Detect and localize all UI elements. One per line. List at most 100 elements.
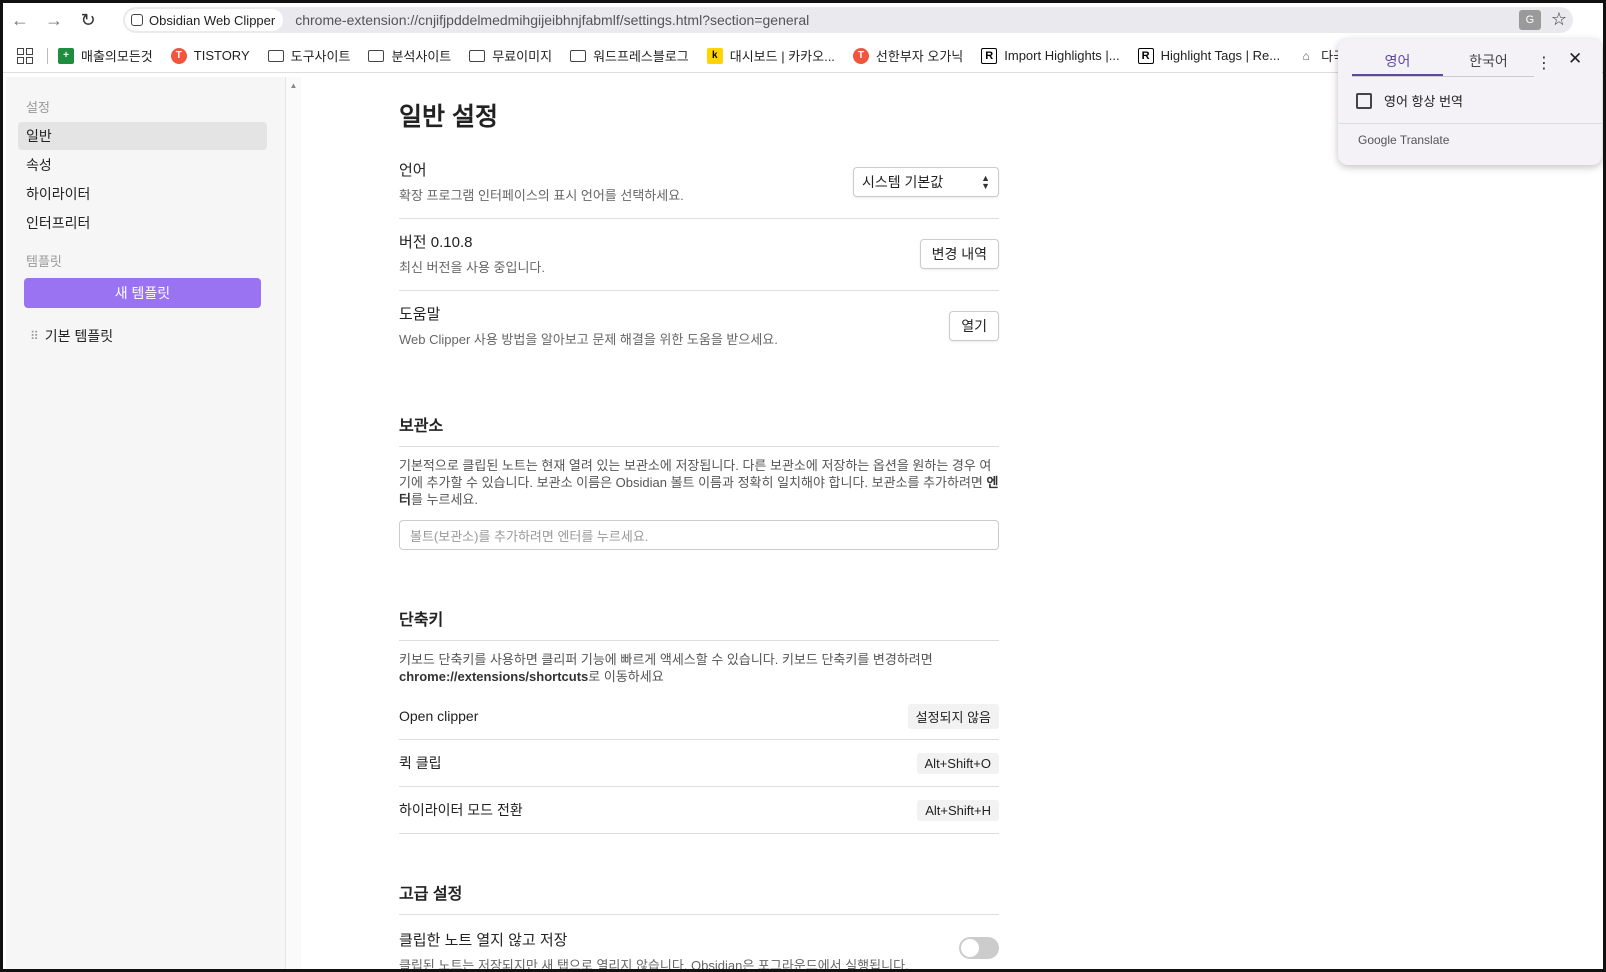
- tistory-icon: T: [170, 47, 187, 64]
- tab-target-language[interactable]: 한국어: [1443, 51, 1534, 76]
- sheet-icon: +: [58, 47, 74, 64]
- tistory-icon: T: [852, 47, 869, 64]
- r-icon: R: [1137, 47, 1154, 64]
- shortcuts-section-title: 단축키: [399, 606, 999, 641]
- folder-icon: [570, 49, 587, 62]
- bookmark-item[interactable]: 무료이미지: [469, 46, 552, 65]
- popup-divider: [1338, 123, 1602, 124]
- hotkey-row-highlighter-mode: 하이라이터 모드 전환 Alt+Shift+H: [399, 787, 999, 834]
- hotkey-key: Alt+Shift+O: [916, 752, 999, 774]
- vault-input[interactable]: 볼트(보관소)를 추가하려면 엔터를 누르세요.: [399, 520, 999, 550]
- checkbox-box[interactable]: [1356, 92, 1372, 109]
- r-icon: R: [981, 47, 998, 64]
- bookmark-label: Import Highlights |...: [1004, 48, 1120, 63]
- always-translate-label: 영어 항상 번역: [1384, 94, 1463, 109]
- tab-title: Obsidian Web Clipper: [149, 12, 276, 28]
- forward-icon[interactable]: →: [37, 3, 71, 37]
- reload-icon[interactable]: ↻: [71, 3, 105, 37]
- bookmark-label: Highlight Tags | Re...: [1160, 48, 1281, 63]
- translate-popup: 영어 한국어 ⋮ ✕ 영어 항상 번역 Google Translate: [1338, 39, 1602, 165]
- back-icon[interactable]: ←: [3, 3, 37, 37]
- hotkey-label: 퀵 클립: [399, 755, 442, 771]
- close-icon[interactable]: ✕: [1568, 49, 1582, 69]
- sidebar-item-interpreter[interactable]: 인터프리터: [18, 209, 267, 237]
- always-translate-checkbox[interactable]: 영어 항상 번역: [1356, 91, 1463, 110]
- hotkey-key: 설정되지 않음: [907, 703, 999, 729]
- page-title: 일반 설정: [399, 103, 498, 131]
- sidebar-scrollbar[interactable]: ▲: [285, 77, 301, 969]
- address-bar[interactable]: Obsidian Web Clipper chrome-extension://…: [123, 7, 1573, 33]
- hotkey-label: Open clipper: [399, 708, 479, 724]
- bookmark-item[interactable]: k 대시보드 | 카카오...: [706, 46, 835, 65]
- bookmark-star-icon[interactable]: ☆: [1551, 9, 1567, 30]
- browser-window: ← → ↻ Obsidian Web Clipper chrome-extens…: [0, 0, 1606, 972]
- template-item-label: 기본 템플릿: [44, 328, 114, 344]
- main-content: 일반 설정 언어 확장 프로그램 인터페이스의 표시 언어를 선택하세요. 시스…: [399, 77, 999, 972]
- help-title: 도움말: [399, 306, 441, 323]
- shortcuts-desc: 키보드 단축키를 사용하면 클리퍼 기능에 빠르게 액세스할 수 있습니다. 키…: [399, 652, 933, 684]
- bookmarks-separator: [47, 47, 48, 64]
- translate-icon[interactable]: G: [1518, 9, 1541, 30]
- bookmark-label: 무료이미지: [492, 49, 553, 64]
- language-setting: 언어 확장 프로그램 인터페이스의 표시 언어를 선택하세요. 시스템 기본값 …: [399, 147, 999, 219]
- google-translate-brand: Google Translate: [1358, 133, 1450, 147]
- sidebar: ▲ 설정 일반 속성 하이라이터 인터프리터 템플릿 새 템플릿 ⠿ 기본 템플…: [6, 77, 301, 969]
- new-template-button[interactable]: 새 템플릿: [24, 278, 261, 308]
- template-item[interactable]: ⠿ 기본 템플릿: [30, 326, 285, 346]
- language-select-value: 시스템 기본값: [862, 173, 944, 190]
- bookmark-item[interactable]: 도구사이트: [267, 46, 350, 65]
- bookmark-label: TISTORY: [193, 48, 250, 63]
- version-desc: 최신 버전을 사용 중입니다.: [399, 260, 546, 275]
- scroll-up-icon[interactable]: ▲: [286, 81, 301, 90]
- tab-source-language[interactable]: 영어: [1352, 51, 1443, 76]
- sidebar-item-general[interactable]: 일반: [18, 122, 267, 150]
- silent-save-setting: 클립한 노트 열지 않고 저장 클립된 노트는 저장되지만 새 탭으로 열리지 …: [399, 929, 999, 972]
- url-text[interactable]: chrome-extension://cnjifjpddelmedmihgije…: [295, 12, 809, 28]
- silent-save-desc: 클립된 노트는 저장되지만 새 탭으로 열리지 않습니다. Obsidian은 …: [399, 958, 909, 972]
- browser-toolbar: ← → ↻ Obsidian Web Clipper chrome-extens…: [3, 3, 1603, 37]
- help-open-button[interactable]: 열기: [949, 310, 999, 341]
- hotkey-row-quick-clip: 퀵 클립 Alt+Shift+O: [399, 740, 999, 787]
- help-setting: 도움말 Web Clipper 사용 방법을 알아보고 문제 해결을 위한 도움…: [399, 291, 999, 362]
- extension-icon: [131, 14, 143, 26]
- changelog-button[interactable]: 변경 내역: [919, 238, 999, 269]
- help-desc: Web Clipper 사용 방법을 알아보고 문제 해결을 위한 도움을 받으…: [399, 332, 778, 347]
- sidebar-item-highlighter[interactable]: 하이라이터: [18, 180, 267, 208]
- bookmark-item[interactable]: 분석사이트: [368, 46, 451, 65]
- hotkey-key: Alt+Shift+H: [917, 799, 999, 821]
- sidebar-item-properties[interactable]: 속성: [18, 151, 267, 179]
- folder-icon: [368, 49, 385, 62]
- version-setting: 버전 0.10.8 최신 버전을 사용 중입니다. 변경 내역: [399, 219, 999, 291]
- silent-save-toggle[interactable]: [959, 937, 999, 959]
- vault-desc: 기본적으로 클립된 노트는 현재 열려 있는 보관소에 저장됩니다. 다른 보관…: [399, 458, 999, 507]
- bookmark-label: 워드프레스블로그: [593, 49, 689, 64]
- apps-icon[interactable]: [17, 47, 33, 64]
- settings-heading: 설정: [26, 100, 50, 115]
- bookmark-item[interactable]: R Import Highlights |...: [981, 47, 1120, 64]
- templates-heading: 템플릿: [26, 254, 62, 269]
- vault-section-title: 보관소: [399, 412, 999, 447]
- bookmark-item[interactable]: T TISTORY: [170, 47, 250, 64]
- select-arrows-icon: ▲ ▼: [981, 172, 990, 191]
- drag-handle-icon[interactable]: ⠿: [30, 329, 39, 343]
- hotkey-row-open-clipper: Open clipper 설정되지 않음: [399, 693, 999, 740]
- site-chip[interactable]: Obsidian Web Clipper: [125, 9, 284, 31]
- more-options-icon[interactable]: ⋮: [1536, 53, 1552, 73]
- hotkey-label: 하이라이터 모드 전환: [399, 802, 523, 818]
- bookmark-label: 선한부자 오가닉: [875, 49, 964, 64]
- misc-icon: ⌂: [1302, 48, 1310, 63]
- language-title: 언어: [399, 162, 427, 179]
- bookmark-label: 분석사이트: [391, 49, 452, 64]
- bookmark-item[interactable]: R Highlight Tags | Re...: [1137, 47, 1281, 64]
- bookmark-label: 대시보드 | 카카오...: [729, 49, 835, 64]
- advanced-section-title: 고급 설정: [399, 880, 999, 915]
- folder-icon: [469, 49, 486, 62]
- language-select[interactable]: 시스템 기본값 ▲ ▼: [853, 166, 999, 197]
- silent-save-title: 클립한 노트 열지 않고 저장: [399, 932, 568, 949]
- bookmark-item[interactable]: T 선한부자 오가닉: [852, 46, 964, 65]
- toggle-knob: [961, 939, 979, 957]
- language-desc: 확장 프로그램 인터페이스의 표시 언어를 선택하세요.: [399, 188, 684, 203]
- translate-language-tabs: 영어 한국어: [1352, 51, 1534, 77]
- bookmark-item[interactable]: + 매출의모든것: [58, 46, 153, 65]
- bookmark-item[interactable]: 워드프레스블로그: [570, 46, 689, 65]
